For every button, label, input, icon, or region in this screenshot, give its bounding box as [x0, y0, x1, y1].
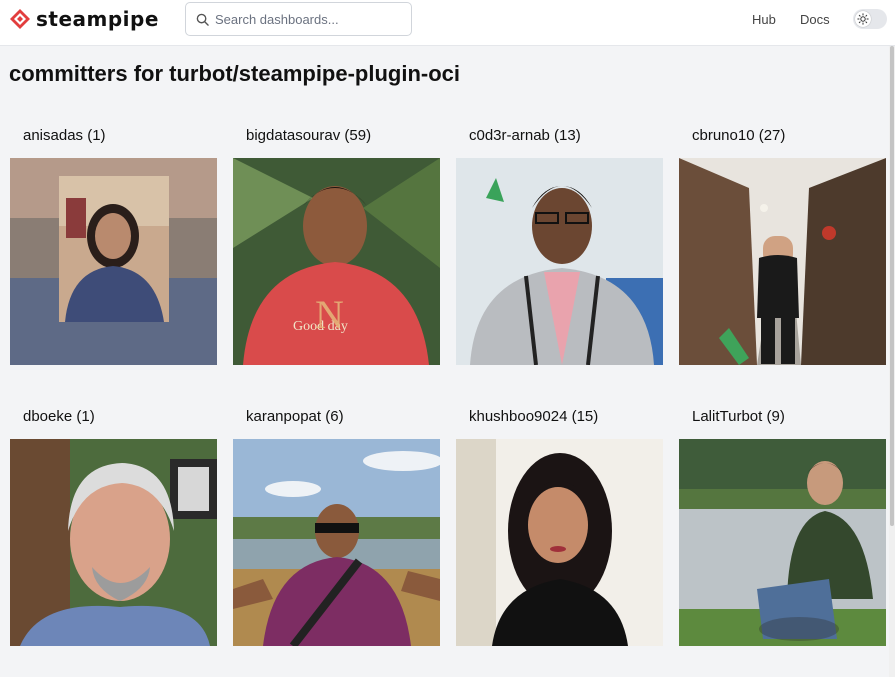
search-input[interactable]	[215, 11, 405, 27]
avatar-image	[679, 439, 886, 646]
avatar-image	[456, 439, 663, 646]
theme-toggle-knob	[855, 11, 871, 27]
page-title: committers for turbot/steampipe-plugin-o…	[9, 61, 461, 86]
vertical-scrollbar[interactable]	[889, 46, 895, 677]
steampipe-logo[interactable]: steampipe	[9, 8, 159, 30]
logo-text: steampipe	[36, 7, 159, 31]
avatar-image: Good day N	[233, 158, 440, 365]
committer-label: karanpopat (6)	[246, 408, 344, 425]
committer-label: c0d3r-arnab (13)	[469, 127, 581, 144]
avatar-image	[456, 158, 663, 365]
committer-avatar[interactable]	[10, 158, 217, 365]
top-navbar: steampipe Hub Docs	[0, 0, 895, 46]
avatar-image	[679, 158, 886, 365]
search-icon	[196, 13, 209, 26]
theme-toggle[interactable]	[853, 9, 887, 29]
committer-label: LalitTurbot (9)	[692, 408, 785, 425]
search-box[interactable]	[185, 2, 412, 36]
committer-avatar[interactable]	[456, 439, 663, 646]
nav-docs-link[interactable]: Docs	[800, 12, 830, 27]
nav-hub-link[interactable]: Hub	[752, 12, 776, 27]
committer-avatar[interactable]	[456, 158, 663, 365]
committer-label: bigdatasourav (59)	[246, 127, 372, 144]
committer-avatar[interactable]: Good day N	[233, 158, 440, 365]
committer-label: cbruno10 (27)	[692, 127, 786, 144]
avatar-image	[10, 158, 217, 365]
committer-label: anisadas (1)	[23, 127, 106, 144]
sun-icon	[857, 13, 869, 25]
scrollbar-thumb[interactable]	[890, 46, 894, 526]
steampipe-logo-icon	[10, 9, 30, 29]
committer-avatar[interactable]	[679, 439, 886, 646]
committer-avatar[interactable]	[10, 439, 217, 646]
committer-label: khushboo9024 (15)	[469, 408, 599, 425]
committer-avatar[interactable]	[233, 439, 440, 646]
committer-avatar[interactable]	[679, 158, 886, 365]
committer-label: dboeke (1)	[23, 408, 95, 425]
svg-text:N: N	[315, 292, 344, 337]
avatar-image	[233, 439, 440, 646]
avatar-image	[10, 439, 217, 646]
